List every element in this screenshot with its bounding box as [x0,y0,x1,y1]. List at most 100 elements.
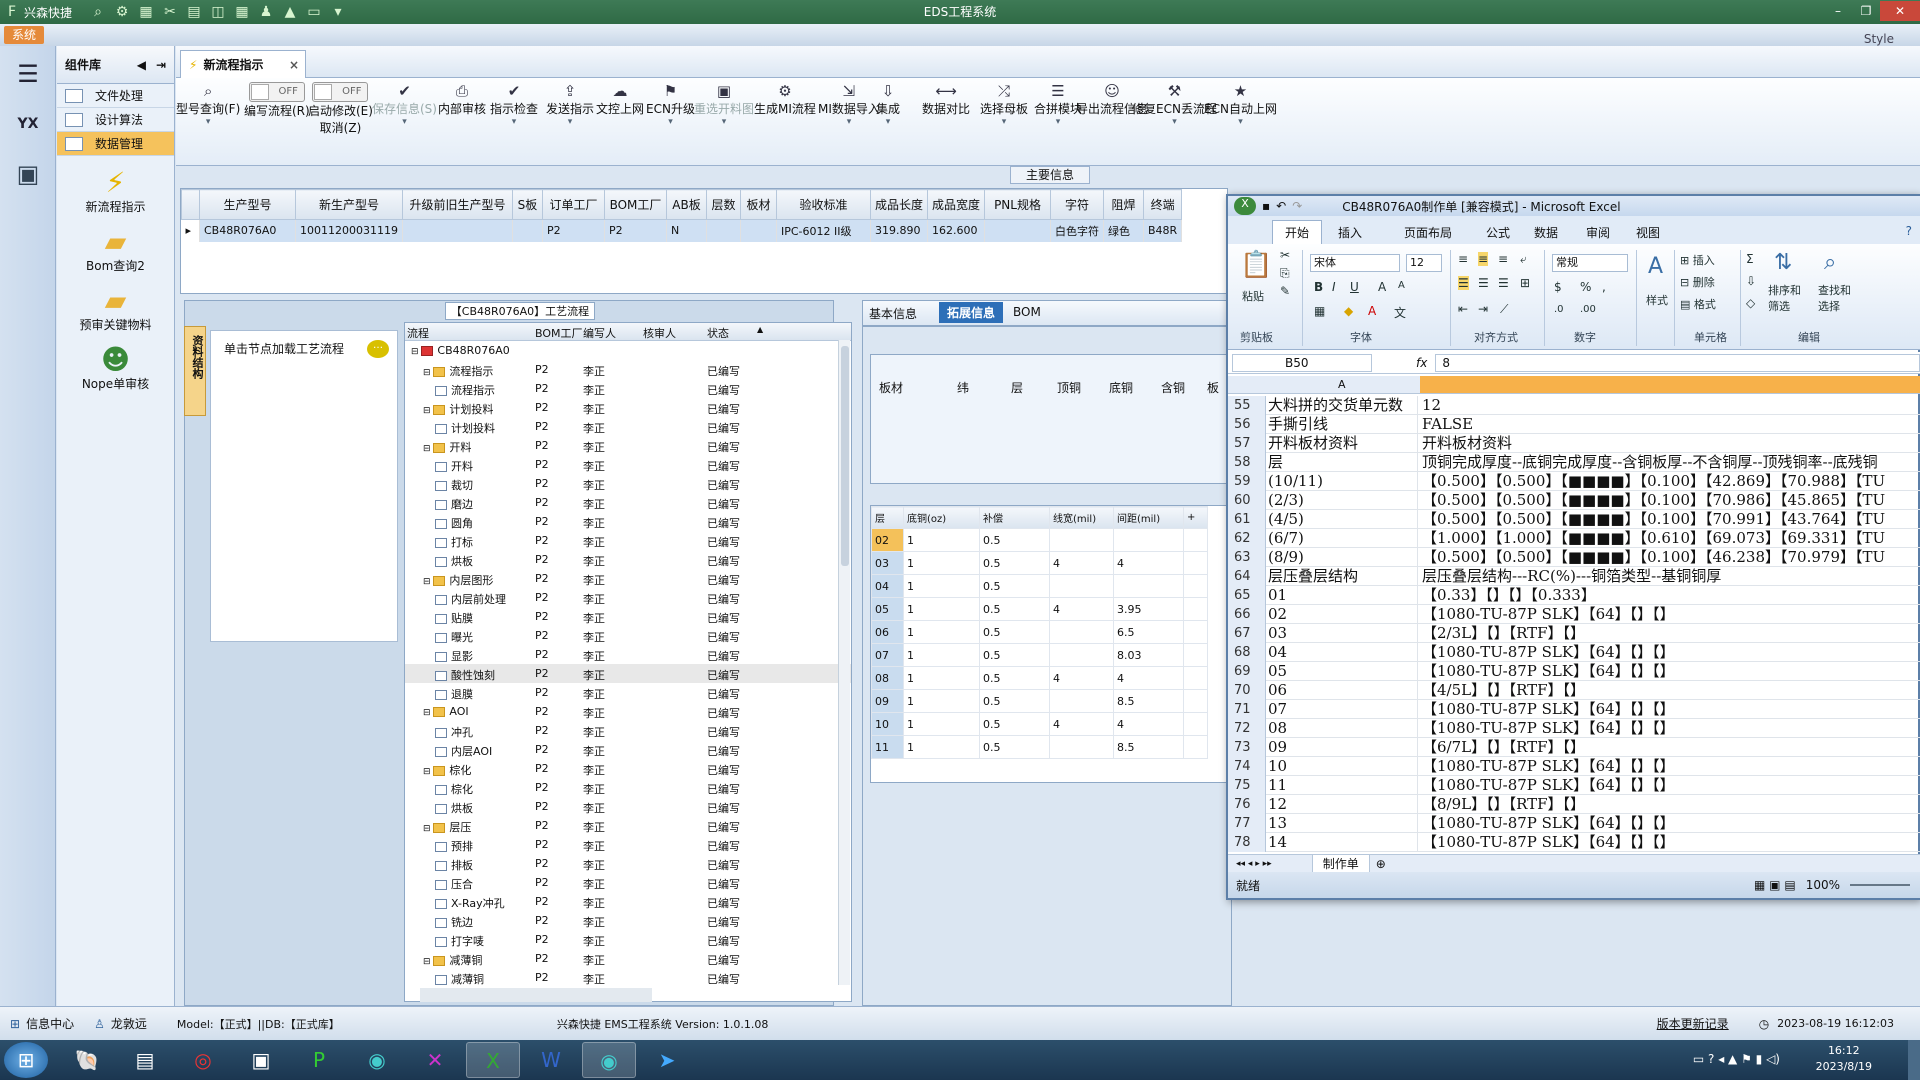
table-cell[interactable] [1183,574,1208,598]
table-cell[interactable]: 1 [903,620,980,644]
toolbar-item-6[interactable]: ⇪ 发送指示 ▾ [546,82,594,127]
tree-node[interactable]: 显影 [435,648,473,664]
tree-node[interactable]: 铣边 [435,914,473,930]
table-icon[interactable]: ▤ [185,3,203,21]
table-cell[interactable] [512,219,543,242]
align-top-icon[interactable]: ≡ [1458,252,1468,266]
list-item[interactable]: 减薄铜 P2 李正 已编写 [405,968,851,987]
dropdown-arrow-icon[interactable]: ▾ [546,117,594,127]
table-cell[interactable] [1183,666,1208,690]
tree-node[interactable]: ⊟ 层压 [423,819,471,835]
cell-a[interactable]: 14 [1268,833,1418,852]
table-cell[interactable] [1183,620,1208,644]
show-desktop-button[interactable] [1908,1040,1920,1080]
table-cell[interactable]: 08 [871,666,904,690]
table-cell[interactable]: 0.5 [979,666,1050,690]
expand-icon[interactable]: ⊟ [423,444,433,454]
table-cell[interactable]: 绿色 [1103,219,1145,242]
chart-icon[interactable]: ◫ [209,3,227,21]
delete-cell-button[interactable]: ⊟ 删除 [1680,274,1715,290]
toolbar-item-4[interactable]: ⎙ 内部审核 [438,82,486,117]
toolbar-item-8[interactable]: ⚑ ECN升级 ▾ [646,82,695,127]
spreadsheet-row[interactable]: 61 (4/5) 【0.500】【0.500】【■■■■】【0.100】【70.99… [1228,510,1920,529]
windows-icon[interactable]: ⊞ [10,1017,20,1031]
vertical-tab[interactable]: 资料结构 [184,326,206,416]
excel-tab-0[interactable]: 开始 [1272,220,1323,244]
table-cell[interactable]: CB48R076A0 [199,219,296,242]
pin-icon[interactable]: ⇥ [156,58,166,72]
row-number[interactable]: 73 [1228,738,1266,757]
list-item[interactable]: 圆角 P2 李正 已编写 [405,512,851,531]
undo-icon[interactable]: ↶ [1276,199,1286,213]
cell-b[interactable]: 【1080-TU-87P SLK】【64】【】【】 [1422,776,1675,795]
tree-node[interactable]: 压合 [435,876,473,892]
spreadsheet-row[interactable]: 58 层顶铜完成厚度--底铜完成厚度--含铜板厚--不含铜厚--顶残铜率--底残铜 [1228,453,1920,472]
tree-node[interactable]: 排板 [435,857,473,873]
expand-icon[interactable]: ⊟ [411,347,421,357]
border-icon[interactable]: ▦ [1314,304,1325,318]
row-number[interactable]: 58 [1228,453,1266,472]
table-cell[interactable]: 4 [1113,551,1184,575]
row-number[interactable]: 71 [1228,700,1266,719]
list-item[interactable]: 烘板 P2 李正 已编写 [405,550,851,569]
cell-a[interactable]: (10/11) [1268,472,1418,491]
table-cell[interactable] [1049,689,1114,713]
row-number[interactable]: 68 [1228,643,1266,662]
taskbar-word-icon[interactable]: W [524,1042,578,1078]
save-icon[interactable]: ▪ [1262,199,1270,213]
table-cell[interactable]: 4 [1049,666,1114,690]
cell-a[interactable]: (8/9) [1268,548,1418,567]
top-grid-column-header[interactable]: AB板 [665,189,707,220]
cell-a[interactable]: 13 [1268,814,1418,833]
table-cell[interactable]: 07 [871,643,904,667]
tree-node[interactable]: 烘板 [435,800,473,816]
table-cell[interactable]: 1 [903,597,980,621]
excel-tab-6[interactable]: 视图 [1636,224,1660,241]
align-center-icon[interactable]: ☰ [1478,276,1489,290]
row-number[interactable]: 62 [1228,529,1266,548]
table-cell[interactable]: 1 [903,666,980,690]
cut-icon[interactable]: ✂ [1280,248,1290,262]
spreadsheet-row[interactable]: 77 13 【1080-TU-87P SLK】【64】【】【】 [1228,814,1920,833]
taskbar-app-red-icon[interactable]: ◎ [176,1042,230,1078]
taskbar-app-green-icon[interactable]: P [292,1042,346,1078]
cell-b[interactable]: 【1080-TU-87P SLK】【64】【】【】 [1422,700,1675,719]
tree-node[interactable]: X-Ray冲孔 [435,895,505,911]
toolbar-item-18[interactable]: ★ ECN自动上网 ▾ [1204,82,1277,127]
table-cell[interactable]: 白色字符 [1050,219,1105,242]
layer-grid-column-header[interactable]: 层 [871,506,904,529]
spreadsheet-row[interactable]: 63 (8/9) 【0.500】【0.500】【■■■■】【0.100】【46.23… [1228,548,1920,567]
spreadsheet-row[interactable]: 67 03 【2/3L】【】【RTF】【】 [1228,624,1920,643]
table-cell[interactable]: 04 [871,574,904,598]
row-number[interactable]: 63 [1228,548,1266,567]
cell-a[interactable]: 开料板材资料 [1268,434,1418,453]
styles-icon[interactable]: A [1648,254,1663,279]
table-cell[interactable]: 8.03 [1113,643,1184,667]
tree-node[interactable]: 退膜 [435,686,473,702]
layer-grid-column-header[interactable]: 补偿 [979,506,1050,529]
cell-a[interactable]: 10 [1268,757,1418,776]
sidebar-item-algorithm[interactable]: 设计算法 [57,108,174,132]
yx-logo-icon[interactable]: YX [6,102,50,146]
bold-icon[interactable]: B [1314,280,1323,294]
tree-node[interactable]: 内层AOI [435,743,492,759]
list-item[interactable]: ⊟ CB48R076A0 [405,341,851,360]
comma-icon[interactable]: , [1602,280,1606,294]
update-log-link[interactable]: 版本更新记录 [1657,1015,1729,1032]
gear-icon[interactable]: ⚙ [113,3,131,21]
table-cell[interactable]: 6.5 [1113,620,1184,644]
percent-icon[interactable]: % [1580,280,1591,294]
phonetic-icon[interactable]: 文 [1394,304,1406,321]
tree-node[interactable]: 打字唛 [435,933,484,949]
row-number[interactable]: 59 [1228,472,1266,491]
insert-cell-button[interactable]: ⊞ 插入 [1680,252,1715,268]
zoom-level[interactable]: 100% [1806,878,1840,892]
list-item[interactable]: 计划投料 P2 李正 已编写 [405,417,851,436]
table-cell[interactable] [1183,551,1208,575]
info-center[interactable]: 信息中心 [26,1015,74,1032]
shrink-font-icon[interactable]: A [1398,280,1405,291]
tree-node[interactable]: 计划投料 [435,420,495,436]
menu-icon[interactable]: ☰ [6,52,50,96]
dropdown-arrow-icon[interactable]: ▾ [694,117,754,127]
close-tab-icon[interactable]: × [289,58,299,72]
